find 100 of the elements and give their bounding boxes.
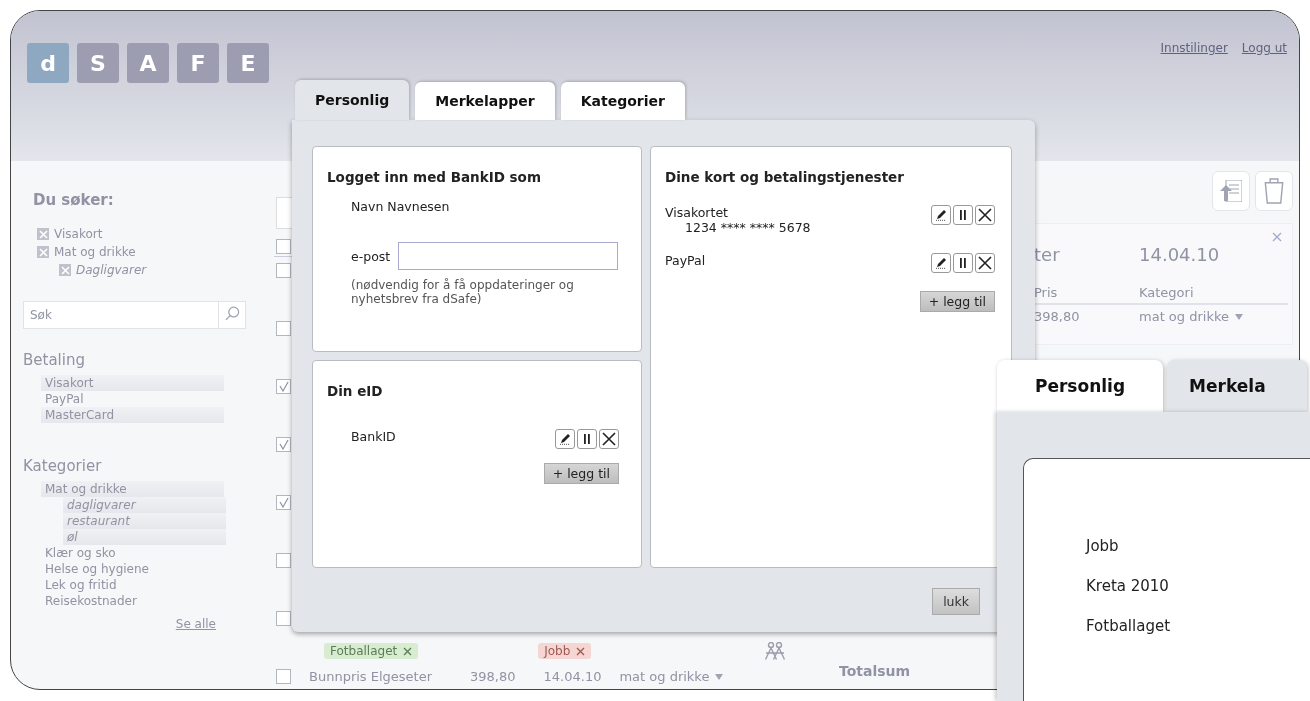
column-header: Kategori (1139, 285, 1195, 300)
category-filter-item[interactable]: Lek og fritid (41, 577, 224, 593)
header-link[interactable]: Logg ut (1241, 41, 1287, 55)
table-cell: 14.04.10 (543, 669, 602, 684)
remove-filter-checkbox[interactable] (37, 246, 49, 258)
add-button[interactable]: + legg til (543, 463, 619, 484)
row-checkbox[interactable] (276, 495, 291, 510)
row-checkbox[interactable] (276, 669, 291, 684)
payment-filter-item[interactable]: PayPal (41, 391, 224, 407)
dialog-tab[interactable]: Personlig (295, 80, 410, 120)
check-icon (278, 497, 289, 508)
receipt-date: 14.04.10 (1139, 244, 1221, 265)
category-filter-item[interactable]: Helse og hygiene (41, 561, 224, 577)
logo-letter: E (227, 43, 269, 83)
card-title: Dine kort og betalingstjenester (665, 169, 905, 185)
tag-chip[interactable]: Jobb (538, 643, 592, 659)
search-field[interactable]: Søk (23, 301, 220, 329)
edit-button[interactable] (555, 429, 575, 449)
row-checkbox[interactable] (276, 611, 291, 626)
eid-name: BankID (351, 429, 396, 444)
logo-letter: F (177, 43, 219, 83)
card-title: Din eID (327, 383, 384, 399)
add-button[interactable]: + legg til (919, 291, 995, 312)
category-dropdown[interactable]: mat og drikke (619, 669, 724, 684)
total-label: Totalsum (838, 663, 912, 679)
pause-button[interactable] (953, 205, 973, 225)
dialog-tab[interactable]: Merkela (1167, 360, 1308, 412)
close-icon[interactable] (1272, 232, 1282, 242)
row-checkbox[interactable] (276, 553, 291, 568)
upload-document-button[interactable] (1212, 171, 1250, 211)
filter-label: Dagligvarer (76, 263, 147, 277)
email-field[interactable] (398, 242, 619, 270)
tag-chip[interactable]: Fotballaget (324, 643, 419, 659)
row-checkbox[interactable] (276, 263, 291, 278)
search-title: Du søker: (33, 191, 115, 209)
close-icon (602, 432, 616, 446)
receipt-title: ter (1034, 244, 1061, 265)
caret-icon (1235, 313, 1243, 320)
remove-filter-checkbox[interactable] (37, 228, 49, 240)
pause-button[interactable] (577, 429, 597, 449)
delete-button[interactable] (975, 205, 995, 225)
remove-filter-checkbox[interactable] (59, 264, 71, 276)
email-note: (nødvendig for å få oppdateringer og nyhetsbrev fra dSafe) (351, 278, 575, 306)
tag-name[interactable]: Jobb (1086, 537, 1310, 555)
tag-name[interactable]: Fotballaget (1086, 617, 1310, 635)
logo-letter: d (27, 43, 69, 83)
section-title: Kategorier (23, 457, 103, 475)
caret-icon (715, 673, 724, 680)
pencil-icon (935, 209, 947, 221)
select-all-checkbox[interactable] (276, 239, 291, 254)
see-all-link[interactable]: Se alle (175, 617, 216, 631)
dialog-tab[interactable]: Merkelapper (415, 82, 555, 120)
trash-button[interactable] (1255, 171, 1293, 211)
subcategory-filter-item[interactable]: restaurant (63, 513, 226, 529)
delete-button[interactable] (599, 429, 619, 449)
logo-letter: A (127, 43, 169, 83)
pause-icon (958, 257, 968, 269)
category-dropdown[interactable]: mat og drikke (1139, 309, 1292, 324)
column-header: Pris (1034, 285, 1059, 300)
table-cell-text: 398,80 (1034, 309, 1081, 324)
people-icon (765, 642, 785, 660)
check-icon (278, 381, 289, 392)
pause-icon (582, 433, 592, 445)
pause-button[interactable] (953, 253, 973, 273)
close-icon (978, 256, 992, 270)
payment-filter-item[interactable]: MasterCard (41, 407, 224, 423)
card-name: PayPal (665, 253, 706, 268)
payment-filter-item[interactable]: Visakort (41, 375, 224, 391)
edit-button[interactable] (931, 253, 951, 273)
category-filter-item[interactable]: Klær og sko (41, 545, 224, 561)
close-icon (978, 208, 992, 222)
delete-button[interactable] (975, 253, 995, 273)
filter-label: Mat og drikke (54, 245, 136, 259)
close-button[interactable]: lukk (932, 588, 980, 615)
pencil-icon (935, 257, 947, 269)
header-link[interactable]: Innstilinger (1160, 41, 1228, 55)
filter-label: Visakort (54, 227, 103, 241)
email-label: e-post (351, 248, 391, 264)
section-title: Betaling (23, 351, 86, 369)
subcategory-filter-item[interactable]: dagligvarer (63, 497, 226, 513)
category-filter-item[interactable]: Mat og drikke (41, 481, 224, 497)
tag-name[interactable]: Kreta 2010 (1086, 577, 1310, 595)
pause-icon (958, 209, 968, 221)
edit-button[interactable] (931, 205, 951, 225)
remove-icon[interactable] (403, 646, 413, 656)
card-title: Logget inn med BankID som (327, 169, 542, 185)
user-name: Navn Navnesen (351, 199, 451, 214)
row-checkbox[interactable] (276, 379, 291, 394)
category-filter-item[interactable]: Reisekostnader (41, 593, 224, 609)
check-icon (278, 439, 289, 450)
card-number: 1234 **** **** 5678 (685, 220, 811, 235)
search-icon[interactable] (219, 301, 246, 329)
row-checkbox[interactable] (276, 321, 291, 336)
dialog-tab[interactable]: Personlig (997, 360, 1164, 412)
card-name: Visakortet (665, 205, 729, 220)
pencil-icon (559, 433, 571, 445)
dialog-tab[interactable]: Kategorier (560, 82, 685, 120)
row-checkbox[interactable] (276, 437, 291, 452)
remove-icon[interactable] (576, 646, 586, 656)
subcategory-filter-item[interactable]: øl (63, 529, 226, 545)
